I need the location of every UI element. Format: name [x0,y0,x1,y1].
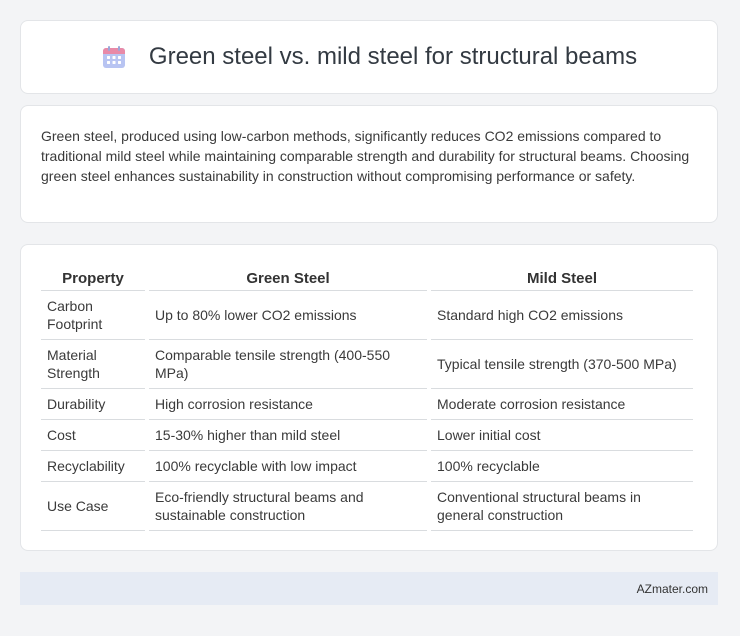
table-header-row: Property Green Steel Mild Steel [41,265,693,291]
comparison-card: Property Green Steel Mild Steel Carbon F… [20,244,718,551]
cell-property: Recyclability [41,451,145,482]
intro-card: Green steel, produced using low-carbon m… [20,105,718,223]
table-row: Material Strength Comparable tensile str… [41,340,693,389]
cell-mild-steel: Standard high CO2 emissions [431,291,693,340]
cell-mild-steel: Conventional structural beams in general… [431,482,693,531]
cell-mild-steel: Moderate corrosion resistance [431,389,693,420]
page-title: Green steel vs. mild steel for structura… [148,43,638,70]
cell-green-steel: Comparable tensile strength (400-550 MPa… [149,340,427,389]
cell-green-steel: 15-30% higher than mild steel [149,420,427,451]
cell-mild-steel: Lower initial cost [431,420,693,451]
cell-green-steel: High corrosion resistance [149,389,427,420]
table-row: Cost 15-30% higher than mild steel Lower… [41,420,693,451]
cell-property: Material Strength [41,340,145,389]
comparison-table: Property Green Steel Mild Steel Carbon F… [37,265,697,531]
cell-mild-steel: 100% recyclable [431,451,693,482]
table-row: Recyclability 100% recyclable with low i… [41,451,693,482]
title-card: Green steel vs. mild steel for structura… [20,20,718,94]
cell-property: Carbon Footprint [41,291,145,340]
calendar-icon [101,44,127,70]
table-row: Durability High corrosion resistance Mod… [41,389,693,420]
cell-green-steel: Eco-friendly structural beams and sustai… [149,482,427,531]
table-row: Carbon Footprint Up to 80% lower CO2 emi… [41,291,693,340]
column-header-property: Property [41,265,145,291]
column-header-green-steel: Green Steel [149,265,427,291]
cell-mild-steel: Typical tensile strength (370-500 MPa) [431,340,693,389]
table-row: Use Case Eco-friendly structural beams a… [41,482,693,531]
cell-property: Cost [41,420,145,451]
cell-property: Durability [41,389,145,420]
footer-site-link[interactable]: AZmater.com [637,582,708,596]
footer-bar: AZmater.com [20,572,718,605]
intro-paragraph: Green steel, produced using low-carbon m… [41,128,690,184]
cell-green-steel: 100% recyclable with low impact [149,451,427,482]
cell-green-steel: Up to 80% lower CO2 emissions [149,291,427,340]
column-header-mild-steel: Mild Steel [431,265,693,291]
cell-property: Use Case [41,482,145,531]
